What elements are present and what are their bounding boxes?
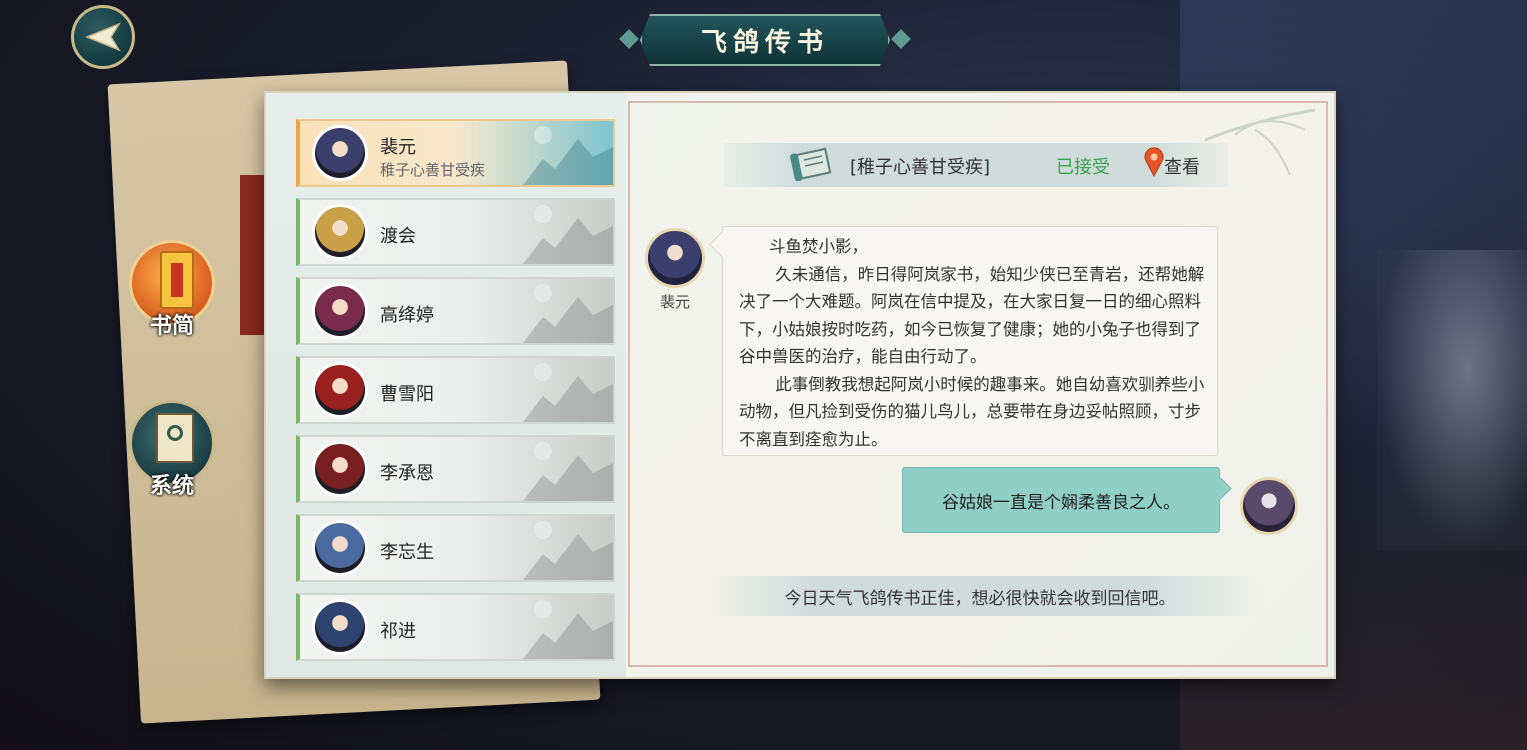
contact-avatar [312,362,368,418]
letter-paragraph-2: 此事倒教我想起阿岚小时候的趣事来。她自幼喜欢驯养些小动物，但凡捡到受伤的猫儿鸟儿… [739,374,1205,449]
title-banner: 飞鸽传书 [619,14,911,66]
quest-scroll-icon [790,147,832,182]
contact-avatar [312,125,368,181]
mountain-decoration [523,442,613,501]
letter-salutation: 斗鱼焚小影， [769,237,868,256]
notice-text: 今日天气飞鸽传书正佳，想必很快就会收到回信吧。 [784,588,1176,609]
contact-avatar [312,441,368,497]
sender-avatar [645,228,705,288]
contact-name: 渡会 [380,226,416,247]
contact-subtitle: 稚子心善甘受疾 [380,161,486,179]
contact-name: 曹雪阳 [380,384,434,405]
contact-avatar [312,599,368,655]
notice-bar: 今日天气飞鸽传书正佳，想必很快就会收到回信吧。 [700,576,1260,616]
contact-avatar [312,520,368,576]
map-pin-icon[interactable] [1144,147,1164,177]
mountain-decoration [523,126,613,185]
contact-avatar [312,204,368,260]
mountain-decoration [523,284,613,343]
contact-item[interactable]: 李忘生 [296,514,615,582]
contact-name: 裴元 [380,137,416,158]
contact-name: 李承恩 [380,463,434,484]
reply-text: 谷姑娘一直是个娴柔善良之人。 [942,492,1180,513]
envelope-seal [171,263,183,297]
contact-item[interactable]: 裴元 稚子心善甘受疾 [296,119,615,187]
contact-name: 祁进 [380,621,416,642]
contact-name: 李忘生 [380,542,434,563]
player-avatar [1240,477,1298,535]
letter-paragraph-1: 久未通信，昨日得阿岚家书，始知少侠已至青岩，还帮她解决了一个大难题。阿岚在信中提… [739,264,1205,367]
contact-item[interactable]: 李承恩 [296,435,615,503]
scroll-emblem [167,425,183,441]
contact-item[interactable]: 高绛婷 [296,277,615,345]
letters-tab-label: 书简 [149,314,194,339]
mountain-decoration [523,600,613,659]
contact-item[interactable]: 祁进 [296,593,615,661]
background-figure [1377,250,1527,550]
contact-avatar [312,283,368,339]
quest-status: 已接受 [1056,157,1110,178]
mountain-decoration [523,521,613,580]
title-plate: 飞鸽传书 [640,14,890,66]
reply-bubble: 谷姑娘一直是个娴柔善良之人。 [902,467,1220,533]
contact-name: 高绛婷 [380,305,434,326]
mountain-decoration [523,205,613,264]
envelope-icon [160,251,194,309]
scroll-icon [156,413,194,463]
back-button[interactable] [71,5,135,69]
contact-item[interactable]: 曹雪阳 [296,356,615,424]
quest-title: [稚子心善甘受疾] [850,157,991,178]
contact-item[interactable]: 渡会 [296,198,615,266]
system-tab-label: 系统 [149,474,194,499]
back-arrow-icon [85,22,121,52]
page-title: 飞鸽传书 [700,27,829,58]
view-quest-link[interactable]: 查看 [1164,153,1200,179]
letter-bubble: 斗鱼焚小影， 久未通信，昨日得阿岚家书，始知少侠已至青岩，还帮她解决了一个大难题… [722,226,1218,456]
letters-tab-button[interactable]: 书简 [129,240,217,340]
banner-ornament-left [619,29,639,49]
banner-ornament-right [891,29,911,49]
system-tab-button[interactable]: 系统 [129,400,217,500]
sender-name: 裴元 [659,293,690,311]
mountain-decoration [523,363,613,422]
